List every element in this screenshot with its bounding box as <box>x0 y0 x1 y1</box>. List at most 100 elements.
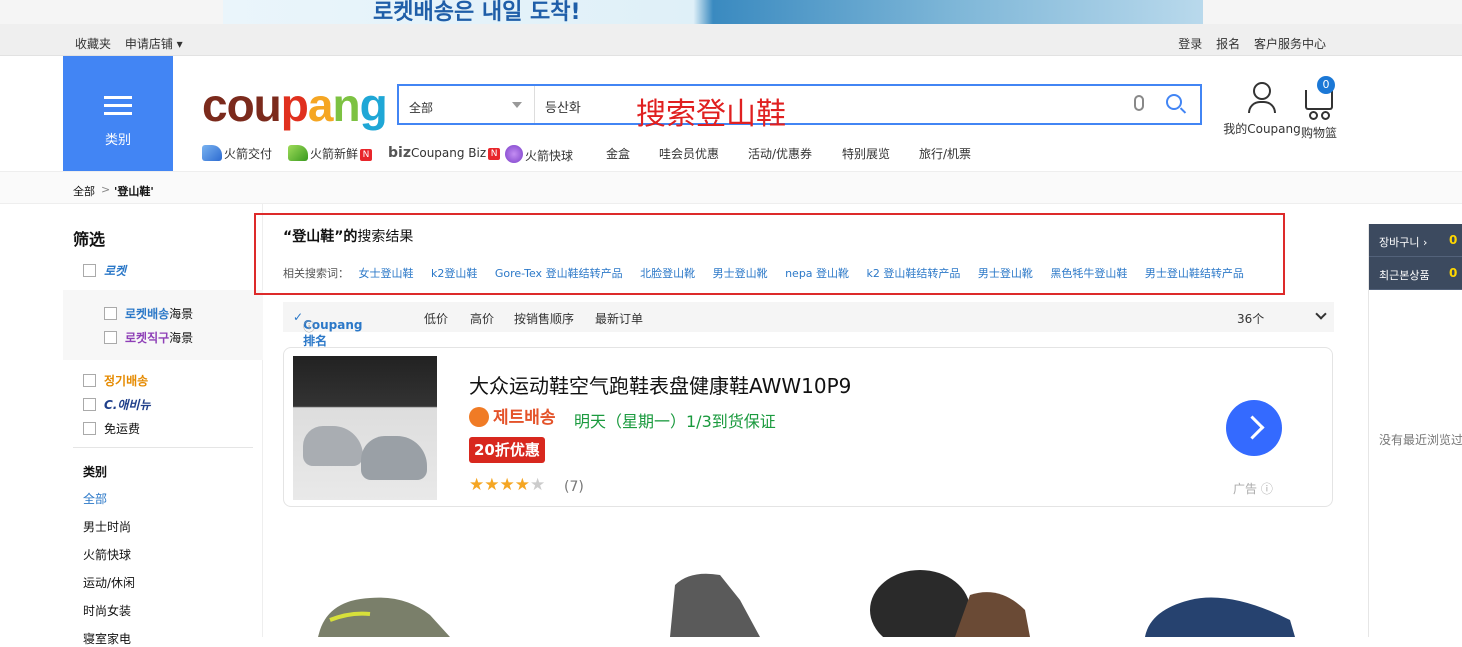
login-link[interactable]: 登录 <box>1178 37 1202 51</box>
sort-newest[interactable]: 最新订单 <box>595 310 643 327</box>
category-title: 类别 <box>83 465 108 479</box>
nav-travel[interactable]: 旅行/机票 <box>919 145 971 162</box>
cart-count-badge: 0 <box>1317 76 1335 94</box>
right-quick-panel: 장바구니 › 0 최근본상품 0 没有最近浏览过 <box>1368 224 1462 637</box>
sort-bar: ✓ Coupang 排名 ⓘ 低价 高价 按销售顺序 最新订单 36个 <box>283 302 1334 348</box>
search-category-select[interactable]: 全部 <box>399 86 535 123</box>
filter-rocket-direct[interactable]: 로켓직구海景 <box>104 329 193 346</box>
category-item[interactable]: 时尚女装 <box>83 602 131 619</box>
breadcrumb-separator: > <box>101 183 111 196</box>
banner-text: 로켓배송은 내일 도착! <box>373 0 581 24</box>
category-item[interactable]: 运动/休闲 <box>83 574 135 591</box>
banner-image[interactable]: 로켓배송은 내일 도착! <box>223 0 1203 24</box>
related-keyword[interactable]: nepa 登山靴 <box>785 267 849 280</box>
sort-low-price[interactable]: 低价 <box>424 310 448 327</box>
top-banner[interactable]: 로켓배송은 내일 도착! <box>0 0 1462 24</box>
nav-rocket-fresh[interactable]: 火箭新鲜 N <box>288 145 373 162</box>
category-item[interactable]: 火箭快球 <box>83 546 131 563</box>
nav-special-exhibit[interactable]: 特别展览 <box>842 145 890 162</box>
apply-store-link[interactable]: 申请店铺 ▾ <box>125 37 183 51</box>
filter-c-avenue[interactable]: C.애비뉴 <box>83 396 151 413</box>
customer-service-link[interactable]: 客户服务中心 <box>1254 37 1326 51</box>
nav-events-coupons[interactable]: 活动/优惠券 <box>748 145 812 162</box>
hiking-boot-image <box>670 573 760 637</box>
category-item-all[interactable]: 全部 <box>83 490 107 507</box>
cart-button[interactable]: 0 购物篮 <box>1297 76 1341 141</box>
checkbox[interactable] <box>83 264 96 277</box>
rocket-ball-icon <box>505 145 523 163</box>
sort-high-price[interactable]: 高价 <box>470 310 494 327</box>
filter-free-shipping[interactable]: 免运费 <box>83 420 140 437</box>
my-coupang-button[interactable]: 我的Coupang <box>1222 82 1302 137</box>
signup-link[interactable]: 报名 <box>1216 37 1240 51</box>
related-keyword[interactable]: 女士登山鞋 <box>359 267 414 280</box>
go-to-product-button[interactable] <box>1226 400 1282 456</box>
rating-count: (7) <box>564 479 584 495</box>
coupang-logo[interactable]: coupang <box>202 78 388 132</box>
product-thumbnail[interactable] <box>310 540 460 637</box>
related-keyword[interactable]: 黑色牦牛登山鞋 <box>1050 267 1127 280</box>
header: 类别 coupang 全部 등산화 搜索登山鞋 我的Coupang 0 购物篮 … <box>0 56 1462 172</box>
chevron-down-icon[interactable] <box>1315 308 1327 320</box>
category-menu-button[interactable]: 类别 <box>63 56 173 171</box>
search-icon[interactable] <box>1166 94 1182 110</box>
nav-coupang-biz[interactable]: bizCoupang Biz N <box>388 145 501 161</box>
favorites-link[interactable]: 收藏夹 <box>75 37 111 51</box>
rocket-fresh-icon <box>288 145 308 161</box>
sort-sales[interactable]: 按销售顺序 <box>514 310 574 327</box>
nav-wow-member[interactable]: 哇会员优惠 <box>659 145 719 162</box>
recent-empty-text: 没有最近浏览过 <box>1379 433 1462 447</box>
related-keyword[interactable]: 男士登山鞋结转产品 <box>1145 267 1244 280</box>
hiking-shoe-navy-image <box>1145 597 1295 637</box>
search-input[interactable]: 등산화 <box>545 97 581 116</box>
microphone-icon[interactable] <box>1134 95 1144 111</box>
related-keyword[interactable]: k2登山鞋 <box>431 267 477 280</box>
category-item[interactable]: 寝室家电 <box>83 630 131 647</box>
hiking-boot-brown-image <box>870 570 1030 647</box>
nav-rocket-delivery[interactable]: 火箭交付 <box>202 145 272 162</box>
rocket-icon <box>202 145 222 161</box>
new-badge: N <box>360 149 373 161</box>
related-keyword[interactable]: 北脸登山靴 <box>640 267 695 280</box>
related-keyword[interactable]: 男士登山靴 <box>713 267 768 280</box>
nav-gold-box[interactable]: 金盒 <box>606 145 630 162</box>
basket-shortcut[interactable]: 장바구니 › 0 <box>1369 224 1462 257</box>
related-label: 相关搜索词： <box>283 267 349 280</box>
filter-sidebar: 筛选 로켓 로켓배송海景 로켓직구海景 정기배송 C.애비뉴 免运费 类别 全部… <box>63 204 263 646</box>
jet-icon <box>469 407 489 427</box>
product-title[interactable]: 大众运动鞋空气跑鞋表盘健康鞋AWW10P9 <box>469 370 851 399</box>
breadcrumb-current: '登山鞋' <box>114 185 154 198</box>
jet-delivery-badge: 제트배송 <box>469 403 556 428</box>
sponsored-product-card[interactable]: 大众运动鞋空气跑鞋表盘健康鞋AWW10P9 제트배송 明天（星期一）1/3到货保… <box>283 347 1333 507</box>
nav-rocket-ball[interactable]: 火箭快球 <box>505 145 573 164</box>
related-keyword[interactable]: 男士登山靴 <box>978 267 1033 280</box>
sort-coupang-rank[interactable]: ✓ Coupang 排名 ⓘ <box>293 310 362 348</box>
hiking-shoe-image <box>318 597 450 637</box>
related-keyword[interactable]: k2 登山鞋结转产品 <box>867 267 961 280</box>
divider <box>73 447 253 448</box>
breadcrumb-root[interactable]: 全部 <box>73 183 95 199</box>
search-annotation: 搜索登山鞋 <box>636 97 786 132</box>
search-bar: 全部 등산화 <box>397 84 1202 125</box>
search-results-title: “登山鞋”的搜索结果 <box>283 229 414 245</box>
filter-subscription[interactable]: 정기배송 <box>83 372 148 389</box>
filter-rocket-delivery-overseas[interactable]: 로켓배송海景 <box>104 305 193 322</box>
utility-bar: 收藏夹 申请店铺 ▾ 登录 报名 客户服务中心 <box>0 24 1462 56</box>
coupon-badge: 20折优惠 <box>469 437 545 463</box>
recent-viewed-shortcut[interactable]: 최근본상품 0 <box>1369 257 1462 290</box>
chevron-down-icon <box>512 102 522 108</box>
related-keyword[interactable]: Gore-Tex 登山鞋结转产品 <box>495 267 623 280</box>
product-thumbnail[interactable] <box>630 540 780 637</box>
rating-stars: ★★★★★ <box>469 475 546 495</box>
category-label: 类别 <box>104 133 131 148</box>
filter-rocket[interactable]: 로켓 <box>83 262 126 279</box>
product-thumbnail[interactable] <box>1140 540 1295 637</box>
category-item[interactable]: 男士时尚 <box>83 518 131 535</box>
related-searches: 相关搜索词： 女士登山鞋 k2登山鞋 Gore-Tex 登山鞋结转产品 北脸登山… <box>283 265 1258 281</box>
product-thumbnail[interactable] <box>860 540 1030 647</box>
product-image[interactable] <box>293 356 437 500</box>
filter-title: 筛选 <box>73 230 106 249</box>
breadcrumb: 全部 > '登山鞋' <box>0 172 1462 204</box>
result-count-select[interactable]: 36个 <box>1237 310 1264 327</box>
delivery-promise: 明天（星期一）1/3到货保证 <box>574 412 776 431</box>
